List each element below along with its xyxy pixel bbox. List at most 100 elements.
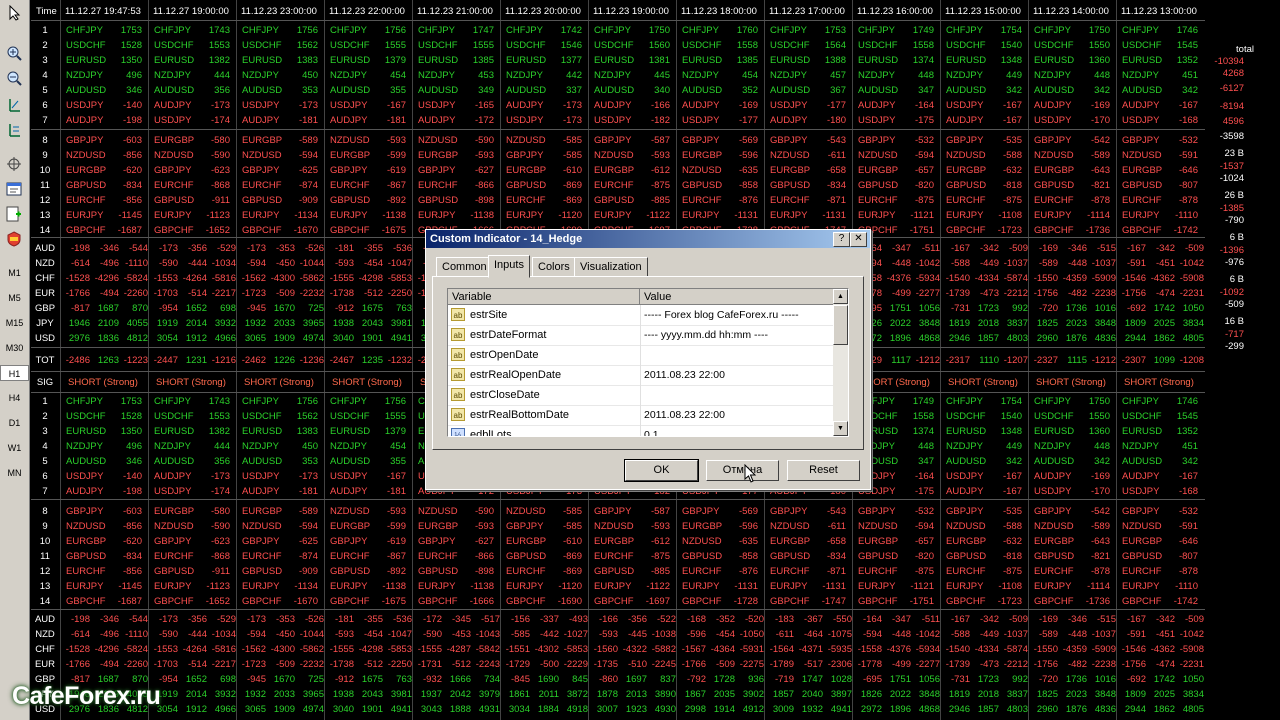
currency-value: -164: [862, 614, 882, 625]
pair-value: -593: [386, 506, 406, 517]
scroll-up-icon[interactable]: ▲: [833, 289, 848, 304]
pair-symbol: USDJPY: [858, 115, 896, 126]
close-button[interactable]: ✕: [850, 232, 867, 247]
shield-icon[interactable]: [4, 230, 24, 248]
pair-value: -569: [738, 506, 758, 517]
pair-value: 1747: [472, 25, 494, 36]
input-row[interactable]: ab estrOpenDate: [448, 345, 834, 366]
currency-value: 1901: [361, 704, 383, 715]
scroll-thumb[interactable]: [833, 305, 848, 345]
pair-symbol: NZDUSD: [66, 150, 106, 161]
pair-value: -1131: [822, 210, 846, 221]
currency-value: -5853: [387, 273, 412, 284]
timeframe-h4[interactable]: H4: [0, 390, 29, 406]
cell-divider: [640, 425, 641, 436]
pair-value: -168: [1178, 486, 1198, 497]
crosshair-icon[interactable]: [4, 155, 24, 173]
timeframe-m1[interactable]: M1: [0, 265, 29, 281]
vertical-scrollbar[interactable]: ▲ ▼: [833, 289, 848, 436]
input-row[interactable]: ab estrCloseDate: [448, 385, 834, 406]
pair-value: -1736: [1085, 225, 1110, 236]
right-panel-value: -1024: [1219, 173, 1244, 184]
column-header-variable[interactable]: Variable: [448, 289, 640, 305]
currency-value: 2033: [273, 318, 295, 329]
pair-symbol: EURGBP: [154, 506, 195, 517]
pair-value: -543: [826, 506, 846, 517]
pair-value: -1121: [910, 581, 934, 592]
tot-value: -2327: [1033, 355, 1058, 366]
pair-symbol: GBPJPY: [506, 521, 544, 532]
properties-icon[interactable]: [4, 180, 24, 198]
add-indicator-icon[interactable]: [4, 205, 24, 223]
input-row[interactable]: ab estrRealBottomDate 2011.08.23 22:00: [448, 405, 834, 426]
currency-value: 1050: [1182, 674, 1204, 685]
pair-symbol: AUDJPY: [594, 100, 632, 111]
currency-value: -1550: [1033, 644, 1058, 655]
pair-symbol: USDCHF: [66, 411, 106, 422]
pair-value: 1379: [384, 55, 406, 66]
tab-colors[interactable]: Colors: [532, 257, 576, 277]
pair-value: -1145: [118, 210, 142, 221]
pair-value: -1687: [117, 225, 142, 236]
trendline-icon[interactable]: [4, 121, 24, 139]
zoom-out-icon[interactable]: [4, 69, 24, 87]
currency-value: -499: [891, 659, 911, 670]
variable-value[interactable]: 2011.08.23 22:00: [644, 405, 725, 425]
variable-value[interactable]: 2011.08.23 22:00: [644, 365, 725, 385]
timeframe-h1[interactable]: H1: [0, 365, 29, 381]
column-header-date: 11.12.23 13:00:00: [1121, 6, 1197, 17]
pair-value: -173: [210, 471, 230, 482]
cancel-button[interactable]: Отмена: [706, 460, 779, 481]
tab-common[interactable]: Common: [436, 257, 493, 277]
currency-value: -1731: [417, 659, 442, 670]
timeframe-m15[interactable]: M15: [0, 315, 29, 331]
right-panel-value: total: [1236, 44, 1254, 55]
timeframe-mn[interactable]: MN: [0, 465, 29, 481]
pair-value: 1749: [912, 396, 934, 407]
column-header-value[interactable]: Value: [640, 289, 834, 305]
variable-value[interactable]: ----- Forex blog CafeForex.ru -----: [644, 305, 799, 325]
input-row[interactable]: ab estrDateFormat ---- yyyy.mm.dd hh:mm --…: [448, 325, 834, 346]
signal-value: SHORT (Strong): [948, 377, 1018, 388]
currency-value: -355: [363, 614, 383, 625]
pair-symbol: EURJPY: [418, 581, 456, 592]
pair-symbol: AUDJPY: [330, 115, 368, 126]
scroll-down-icon[interactable]: ▼: [833, 421, 848, 436]
pair-value: -820: [914, 551, 934, 562]
timeframe-m30[interactable]: M30: [0, 340, 29, 356]
reset-button[interactable]: Reset: [787, 460, 860, 481]
timeframe-w1[interactable]: W1: [0, 440, 29, 456]
timeframe-d1[interactable]: D1: [0, 415, 29, 431]
currency-label: NZD: [35, 258, 55, 269]
inputs-table[interactable]: Variable Value ab estrSite ----- Forex blo…: [447, 288, 849, 437]
currency-value: 3837: [1006, 318, 1028, 329]
currency-value: -590: [158, 629, 178, 640]
help-button[interactable]: ?: [833, 232, 850, 247]
input-row[interactable]: ab estrRealOpenDate 2011.08.23 22:00: [448, 365, 834, 386]
currency-value: -590: [158, 258, 178, 269]
pair-value: -1114: [1087, 581, 1110, 592]
currency-value: 2109: [97, 318, 119, 329]
timeframe-m5[interactable]: M5: [0, 290, 29, 306]
currency-value: -448: [1067, 258, 1087, 269]
zoom-in-icon[interactable]: [4, 44, 24, 62]
vertical-line-icon[interactable]: [4, 96, 24, 114]
tab-inputs[interactable]: Inputs: [488, 255, 530, 278]
tab-visualization[interactable]: Visualization: [574, 257, 648, 277]
currency-value: -5874: [1003, 644, 1028, 655]
currency-value: -1044: [299, 258, 324, 269]
currency-value: -845: [510, 674, 530, 685]
currency-value: -169: [1038, 614, 1058, 625]
input-row[interactable]: ½ edblLots 0.1: [448, 425, 834, 436]
pair-value: 1750: [648, 25, 670, 36]
cursor-icon[interactable]: [4, 4, 24, 22]
row-number: 9: [42, 150, 48, 161]
input-row[interactable]: ab estrSite ----- Forex blog CafeForex.ru …: [448, 305, 834, 326]
pair-value: -1110: [1175, 581, 1198, 592]
ok-button[interactable]: OK: [624, 459, 699, 482]
variable-value[interactable]: 0.1: [644, 425, 659, 436]
signal-value: SHORT (Strong): [1036, 377, 1106, 388]
pair-symbol: GBPJPY: [242, 536, 280, 547]
pair-symbol: EURGBP: [946, 165, 987, 176]
variable-value[interactable]: ---- yyyy.mm.dd hh:mm ----: [644, 325, 768, 345]
